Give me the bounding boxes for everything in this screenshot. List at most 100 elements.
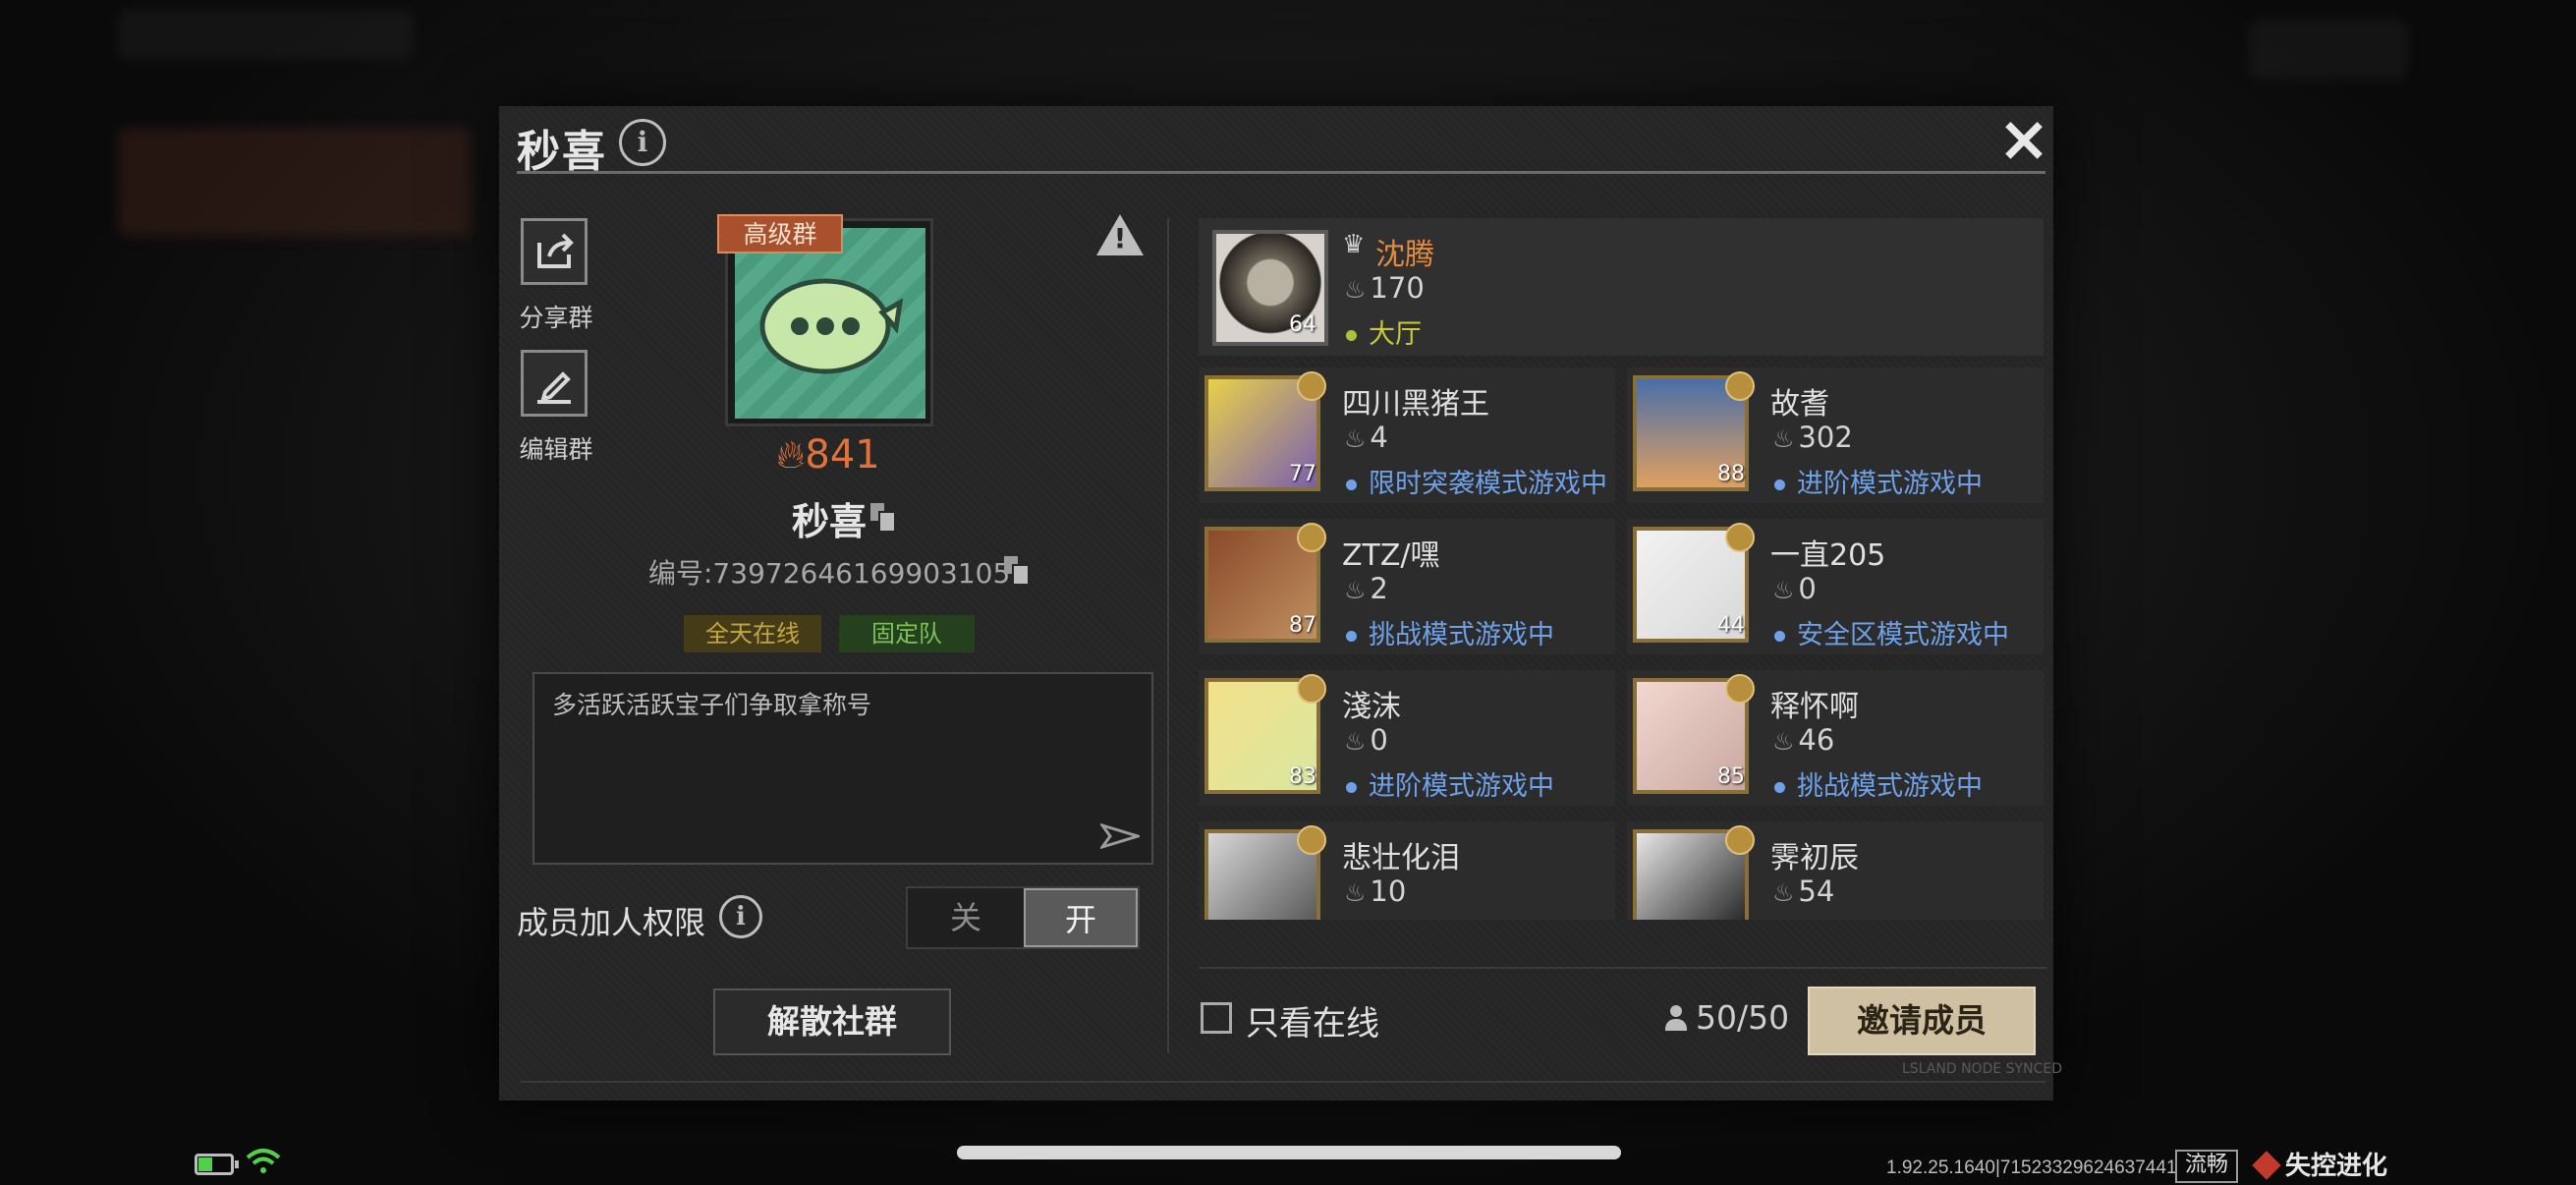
invite-members-button[interactable]: 邀请成员 <box>1808 987 2036 1055</box>
warning-mark: ! <box>1113 222 1127 254</box>
frame-gear-icon <box>1725 523 1755 552</box>
group-notice-text: 多活跃活跃宝子们争取拿称号 <box>552 691 872 719</box>
person-icon <box>1664 1005 1688 1031</box>
status-dot <box>1774 480 1785 490</box>
owner-level: 64 <box>1289 312 1316 337</box>
share-group-label: 分享群 <box>519 304 593 332</box>
member-status: 挑战模式游戏中 <box>1774 764 1983 803</box>
frame-gear-icon <box>1297 523 1326 552</box>
flame-icon: ♨ <box>1344 576 1367 604</box>
network-status-badge: 流畅 <box>2175 1150 2239 1183</box>
home-indicator[interactable] <box>957 1146 1621 1159</box>
frame-gear-icon <box>1725 825 1755 855</box>
frame-gear-icon <box>1297 674 1326 704</box>
copy-id-icon[interactable] <box>1004 556 1028 584</box>
join-permission-label: 成员加人权限 <box>517 904 706 941</box>
title-divider <box>517 171 2045 174</box>
flame-icon: ♨ <box>1772 424 1795 453</box>
battery-level <box>198 1157 212 1171</box>
member-name: 淺沫 <box>1342 690 1401 724</box>
version-text: 1.92.25.1640|71523329624637441 <box>1886 1157 2177 1178</box>
battery-tip <box>235 1160 239 1168</box>
share-group-button[interactable] <box>521 218 588 285</box>
info-icon[interactable]: i <box>619 119 666 166</box>
owner-name: 沈腾 <box>1375 238 1434 272</box>
dialog-title: 秒喜 <box>517 127 607 177</box>
send-icon[interactable] <box>1100 821 1140 851</box>
logo-mark-icon <box>2252 1151 2281 1180</box>
game-logo: 失控进化 <box>2252 1146 2387 1182</box>
toggle-off-option[interactable]: 关 <box>908 888 1024 947</box>
share-icon <box>537 233 574 268</box>
copy-icon[interactable] <box>870 503 894 531</box>
group-avatar[interactable] <box>735 228 925 419</box>
member-name: 一直205 <box>1770 538 1886 573</box>
member-heat: ♨ 2 <box>1344 572 1388 605</box>
member-name: ZTZ/嘿 <box>1342 538 1440 573</box>
member-level: 83 <box>1289 764 1316 789</box>
permission-info-icon[interactable]: i <box>719 895 762 938</box>
bg-blur-block <box>118 128 472 236</box>
member-heat: ♨ 54 <box>1772 875 1835 908</box>
member-status: 安全区模式游戏中 <box>1774 613 2009 651</box>
crown-icon: ♛ <box>1342 230 1366 259</box>
tag-all-day-online: 全天在线 <box>684 615 821 652</box>
dissolve-group-button[interactable]: 解散社群 <box>713 988 951 1055</box>
online-only-label[interactable]: 只看在线 <box>1246 996 1379 1044</box>
list-divider <box>1199 967 2047 969</box>
flame-icon: ♨ <box>1344 275 1367 304</box>
group-name: 秒喜 <box>792 500 868 543</box>
column-divider <box>1167 218 1169 1053</box>
wifi-icon <box>246 1149 281 1173</box>
online-only-checkbox[interactable] <box>1201 1002 1232 1034</box>
member-level: 77 <box>1289 462 1316 486</box>
bg-blur-block <box>118 10 413 59</box>
owner-heat: ♨ 170 <box>1344 271 1425 305</box>
flame-icon: 🔥︎ <box>776 432 806 478</box>
member-name: 悲壮化泪 <box>1342 841 1460 875</box>
member-level: 87 <box>1289 613 1316 638</box>
close-icon[interactable]: × <box>1994 108 2053 171</box>
member-level: 88 <box>1717 462 1745 486</box>
edit-group-label: 编辑群 <box>519 435 593 464</box>
member-level: 44 <box>1717 613 1745 638</box>
edit-group-button[interactable] <box>521 350 588 417</box>
bg-blur-block <box>2250 20 2407 79</box>
member-heat: ♨ 10 <box>1344 875 1407 908</box>
tag-fixed-team: 固定队 <box>839 615 975 652</box>
frame-gear-icon <box>1725 674 1755 704</box>
status-dot <box>1346 631 1357 642</box>
chat-bubble-icon <box>759 278 904 374</box>
frame-gear-icon <box>1297 825 1326 855</box>
group-heat-value: 841 <box>805 432 880 478</box>
status-dot <box>1774 631 1785 642</box>
toggle-on-option[interactable]: 开 <box>1024 888 1138 947</box>
member-name: 四川黑猪王 <box>1342 387 1489 422</box>
flame-icon: ♨ <box>1344 424 1367 453</box>
flame-icon: ♨ <box>1344 878 1367 907</box>
status-dot <box>1346 782 1357 793</box>
sync-label: LSLAND NODE SYNCED <box>1902 1061 2062 1077</box>
group-id: 编号:73972646169903105 <box>648 557 1011 590</box>
member-level: 85 <box>1717 764 1745 789</box>
member-heat: ♨ 302 <box>1772 421 1853 454</box>
member-heat: ♨ 0 <box>1344 723 1388 757</box>
member-status: 限时突袭模式游戏中 <box>1346 462 1607 500</box>
flame-icon: ♨ <box>1772 878 1795 907</box>
member-heat: ♨ 4 <box>1344 421 1388 454</box>
member-status: 挑战模式游戏中 <box>1346 613 1554 651</box>
member-status: 进阶模式游戏中 <box>1774 462 1983 500</box>
frame-gear-icon <box>1725 371 1755 401</box>
member-name: 霁初辰 <box>1770 841 1859 875</box>
flame-icon: ♨ <box>1344 727 1367 756</box>
bottom-divider <box>521 1081 2045 1083</box>
group-heat: 🔥︎841 <box>776 432 880 478</box>
member-heat: ♨ 0 <box>1772 572 1817 605</box>
member-count: 50/50 <box>1664 998 1789 1037</box>
status-dot <box>1346 480 1357 490</box>
pencil-icon <box>537 371 571 404</box>
flame-icon: ♨ <box>1772 727 1795 756</box>
status-dot <box>1774 782 1785 793</box>
member-name: 故耆 <box>1770 387 1829 422</box>
member-name: 释怀啊 <box>1770 690 1859 724</box>
